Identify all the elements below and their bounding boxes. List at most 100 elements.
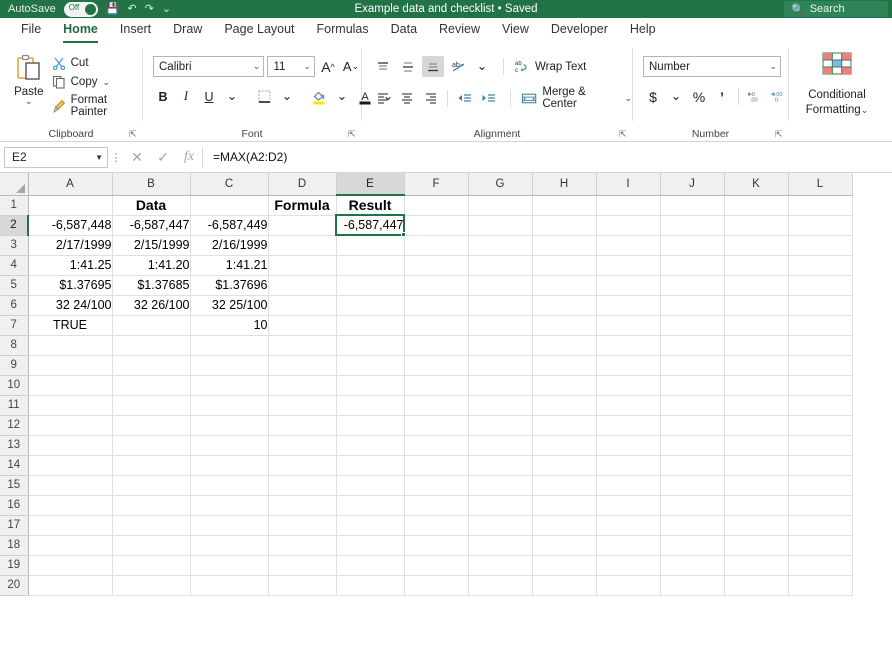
cell-K15[interactable] xyxy=(724,475,789,496)
save-icon[interactable]: 💾 xyxy=(106,0,120,18)
cell-J17[interactable] xyxy=(660,515,725,536)
accounting-chevron-down-icon[interactable]: ⌄ xyxy=(666,86,686,107)
cell-D19[interactable] xyxy=(268,555,337,576)
column-header-E[interactable]: E xyxy=(336,173,405,196)
cell-E8[interactable] xyxy=(336,335,405,356)
cell-E7[interactable] xyxy=(336,315,405,336)
column-header-J[interactable]: J xyxy=(660,173,725,196)
cell-D20[interactable] xyxy=(268,575,337,596)
cell-F18[interactable] xyxy=(404,535,469,556)
cell-L2[interactable] xyxy=(788,215,853,236)
conditional-formatting-chevron-down-icon[interactable]: ⌄ xyxy=(861,105,869,115)
cell-L7[interactable] xyxy=(788,315,853,336)
cell-B1[interactable]: Data xyxy=(112,195,191,216)
percent-style-button[interactable]: % xyxy=(689,86,709,107)
cell-A6[interactable]: 32 24/100 xyxy=(28,295,113,316)
cell-D14[interactable] xyxy=(268,455,337,476)
cell-A16[interactable] xyxy=(28,495,113,516)
cell-I6[interactable] xyxy=(596,295,661,316)
cell-I13[interactable] xyxy=(596,435,661,456)
cell-A12[interactable] xyxy=(28,415,113,436)
customize-quick-access-icon[interactable]: ⌄ xyxy=(162,0,171,18)
cell-J10[interactable] xyxy=(660,375,725,396)
cell-B15[interactable] xyxy=(112,475,191,496)
cell-H15[interactable] xyxy=(532,475,597,496)
borders-chevron-down-icon[interactable]: ⌄ xyxy=(277,86,297,107)
cell-K3[interactable] xyxy=(724,235,789,256)
cell-G8[interactable] xyxy=(468,335,533,356)
cell-A21[interactable] xyxy=(28,595,113,596)
cell-H12[interactable] xyxy=(532,415,597,436)
row-header-19[interactable]: 19 xyxy=(0,555,29,576)
decrease-font-size-button[interactable]: A ⌄ xyxy=(341,56,361,77)
cell-G4[interactable] xyxy=(468,255,533,276)
cell-J1[interactable] xyxy=(660,195,725,216)
cell-E20[interactable] xyxy=(336,575,405,596)
cell-I17[interactable] xyxy=(596,515,661,536)
cell-B18[interactable] xyxy=(112,535,191,556)
align-center-button[interactable] xyxy=(396,88,417,109)
cell-K7[interactable] xyxy=(724,315,789,336)
cell-G11[interactable] xyxy=(468,395,533,416)
cell-I11[interactable] xyxy=(596,395,661,416)
cell-J12[interactable] xyxy=(660,415,725,436)
decrease-decimal-button[interactable]: .00 0 xyxy=(768,86,788,107)
tab-view[interactable]: View xyxy=(491,19,540,44)
cell-B19[interactable] xyxy=(112,555,191,576)
row-header-15[interactable]: 15 xyxy=(0,475,29,496)
cell-G3[interactable] xyxy=(468,235,533,256)
cell-J19[interactable] xyxy=(660,555,725,576)
align-right-button[interactable] xyxy=(420,88,441,109)
cell-C14[interactable] xyxy=(190,455,269,476)
cell-G21[interactable] xyxy=(468,595,533,596)
cell-C19[interactable] xyxy=(190,555,269,576)
cut-button[interactable]: Cut xyxy=(52,56,142,70)
cell-I12[interactable] xyxy=(596,415,661,436)
column-header-B[interactable]: B xyxy=(112,173,191,196)
cell-J4[interactable] xyxy=(660,255,725,276)
cell-A15[interactable] xyxy=(28,475,113,496)
cell-J20[interactable] xyxy=(660,575,725,596)
cell-D10[interactable] xyxy=(268,375,337,396)
cell-F6[interactable] xyxy=(404,295,469,316)
tab-formulas[interactable]: Formulas xyxy=(306,19,380,44)
cell-C21[interactable] xyxy=(190,595,269,596)
cell-C5[interactable]: $1.37696 xyxy=(190,275,269,296)
cell-E15[interactable] xyxy=(336,475,405,496)
cell-G13[interactable] xyxy=(468,435,533,456)
cell-G20[interactable] xyxy=(468,575,533,596)
select-all-corner[interactable] xyxy=(0,173,29,196)
cell-G16[interactable] xyxy=(468,495,533,516)
cell-A20[interactable] xyxy=(28,575,113,596)
name-box-chevron-down-icon[interactable]: ▼ xyxy=(95,153,103,162)
cell-J16[interactable] xyxy=(660,495,725,516)
row-header-8[interactable]: 8 xyxy=(0,335,29,356)
cell-D17[interactable] xyxy=(268,515,337,536)
tab-help[interactable]: Help xyxy=(619,19,667,44)
cell-J3[interactable] xyxy=(660,235,725,256)
font-dialog-launcher-icon[interactable]: ⇱ xyxy=(348,130,357,139)
copy-button[interactable]: Copy ⌄ xyxy=(52,75,142,89)
fill-color-chevron-down-icon[interactable]: ⌄ xyxy=(332,86,352,107)
cell-G10[interactable] xyxy=(468,375,533,396)
row-header-7[interactable]: 7 xyxy=(0,315,29,336)
increase-indent-button[interactable] xyxy=(478,88,499,109)
cell-L14[interactable] xyxy=(788,455,853,476)
cell-J14[interactable] xyxy=(660,455,725,476)
cell-J21[interactable] xyxy=(660,595,725,596)
cell-H18[interactable] xyxy=(532,535,597,556)
italic-button[interactable]: I xyxy=(176,86,196,107)
cell-B10[interactable] xyxy=(112,375,191,396)
cell-E10[interactable] xyxy=(336,375,405,396)
cell-A17[interactable] xyxy=(28,515,113,536)
cell-H14[interactable] xyxy=(532,455,597,476)
cell-L15[interactable] xyxy=(788,475,853,496)
tab-file[interactable]: File xyxy=(10,19,52,44)
cell-E13[interactable] xyxy=(336,435,405,456)
cell-B7[interactable] xyxy=(112,315,191,336)
cell-B5[interactable]: $1.37685 xyxy=(112,275,191,296)
cell-I4[interactable] xyxy=(596,255,661,276)
undo-icon[interactable]: ↶ xyxy=(127,0,136,18)
cell-F15[interactable] xyxy=(404,475,469,496)
cell-C1[interactable] xyxy=(190,195,269,216)
